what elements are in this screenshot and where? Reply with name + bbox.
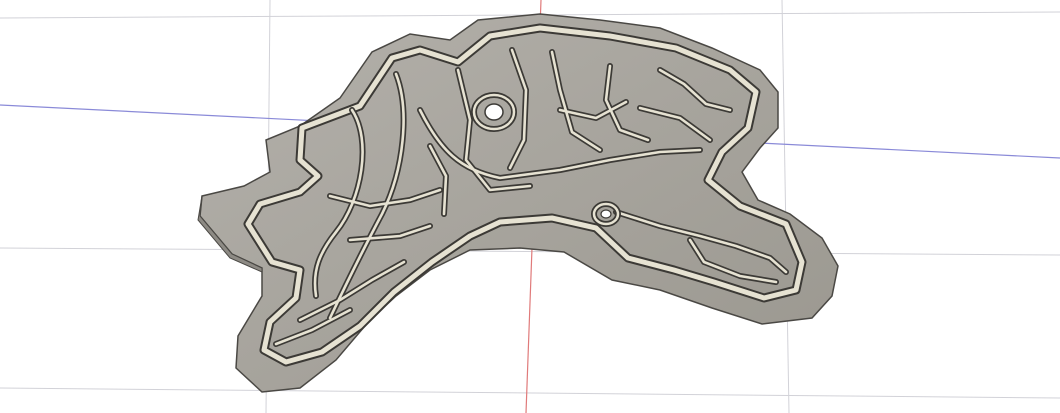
model-canvas[interactable]	[0, 0, 1060, 413]
3d-viewport[interactable]	[0, 0, 1060, 413]
